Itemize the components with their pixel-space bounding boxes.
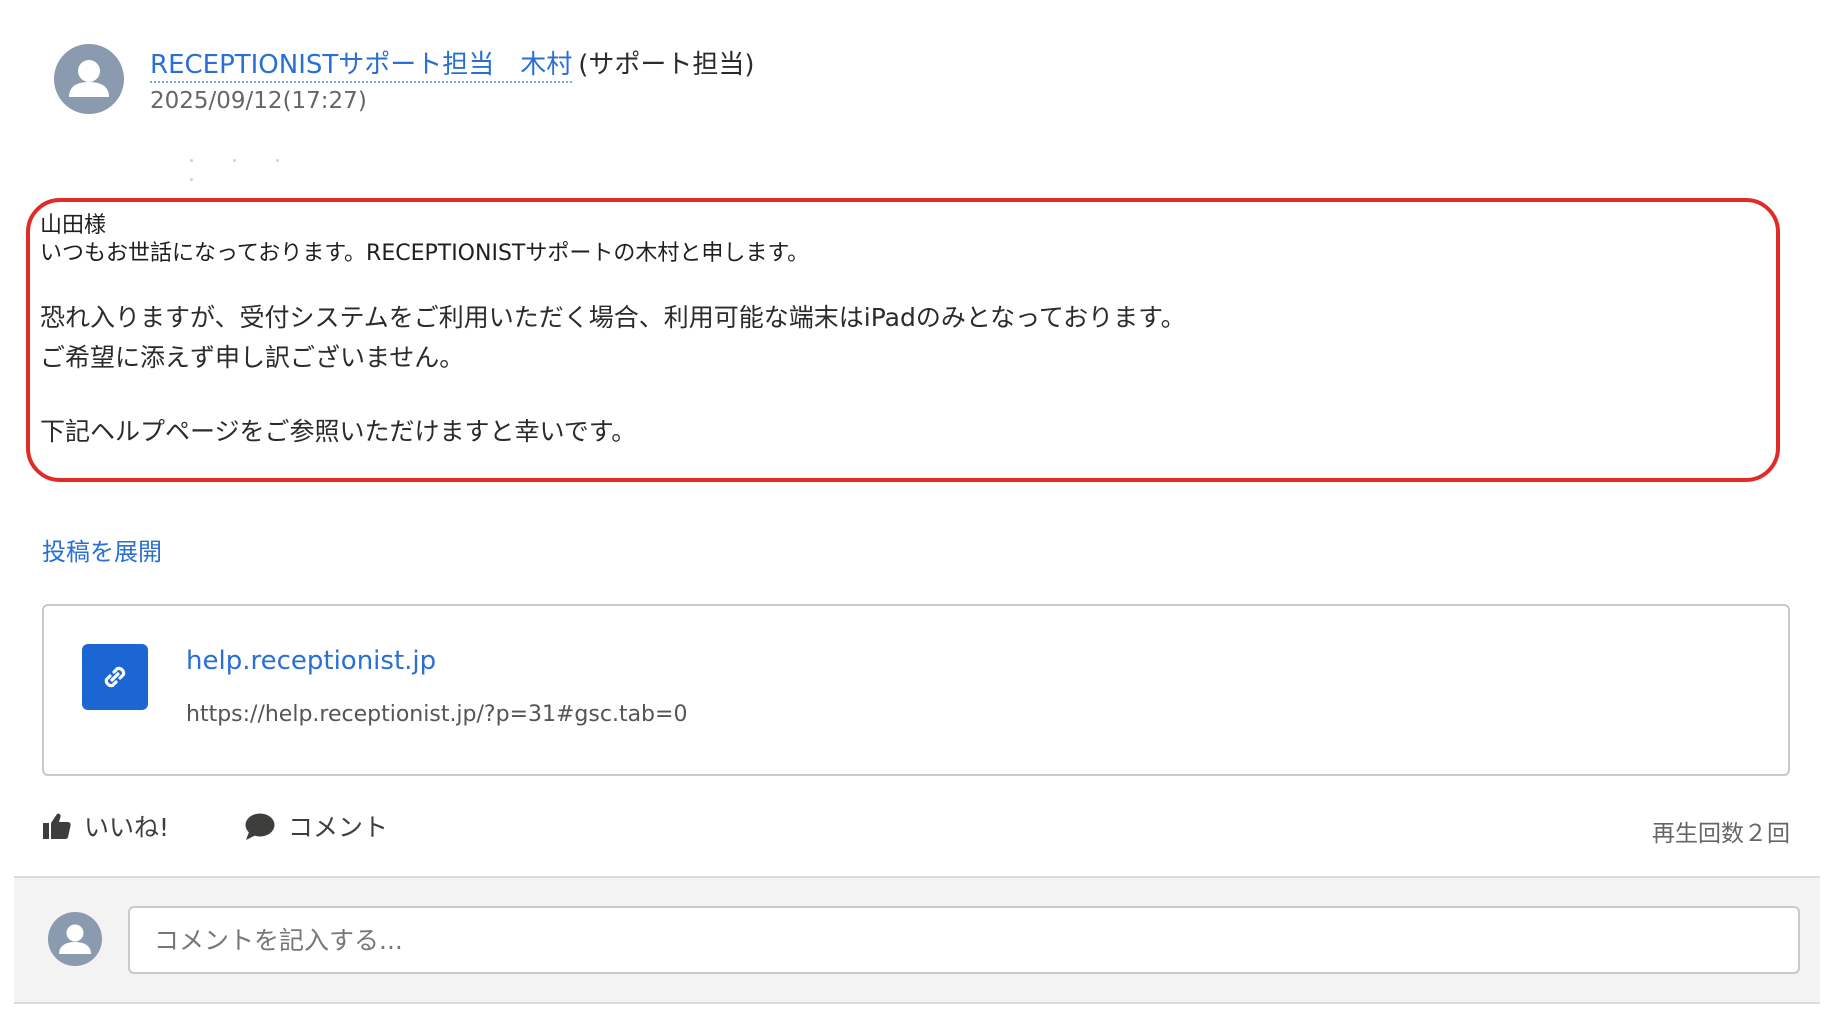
user-icon [69,60,109,97]
body-greeting: 山田様 [40,213,107,238]
divider-dots [190,147,360,181]
link-icon [82,644,148,710]
author-name-link[interactable]: RECEPTIONISTサポート担当 木村 [150,50,573,83]
author-line: RECEPTIONISTサポート担当 木村 (サポート担当) [150,46,755,84]
like-button[interactable]: いいね! [42,808,169,844]
comment-button[interactable]: コメント [244,808,388,844]
link-preview-card[interactable]: help.receptionist.jp https://help.recept… [42,604,1790,776]
body-reference: 下記ヘルプページをご参照いただけますと幸いです。 [40,417,637,446]
author-avatar[interactable] [54,44,124,114]
post-actions: いいね! コメント 再生回数２回 [42,808,1790,852]
post-meta: RECEPTIONISTサポート担当 木村 (サポート担当) 2025/09/12… [150,46,755,114]
body-apology: ご希望に添えず申し訳ございません。 [40,343,465,372]
like-label: いいね! [84,813,170,842]
expand-post-link[interactable]: 投稿を展開 [42,532,162,567]
thumbs-up-icon [43,813,71,839]
user-icon [59,924,91,954]
commenter-avatar [48,912,102,966]
speech-bubble-icon [245,813,275,840]
link-url: https://help.receptionist.jp/?p=31#gsc.t… [186,702,688,727]
body-notice: 恐れ入りますが、受付システムをご利用いただく場合、利用可能な端末はiPadのみと… [40,303,1186,332]
comment-label: コメント [288,813,389,842]
view-count: 再生回数２回 [1652,821,1790,847]
post-date: 2025/09/12(17:27) [150,88,367,114]
comment-composer [14,876,1820,1004]
link-title[interactable]: help.receptionist.jp [186,646,436,676]
author-role: (サポート担当) [578,50,755,80]
post-header: RECEPTIONISTサポート担当 木村 (サポート担当) 2025/09/12… [54,44,755,114]
body-intro: いつもお世話になっております。RECEPTIONISTサポートの木村と申します。 [40,241,810,266]
comment-input[interactable] [128,906,1800,974]
post-body: 山田様 いつもお世話になっております。RECEPTIONISTサポートの木村と申… [40,212,1186,452]
